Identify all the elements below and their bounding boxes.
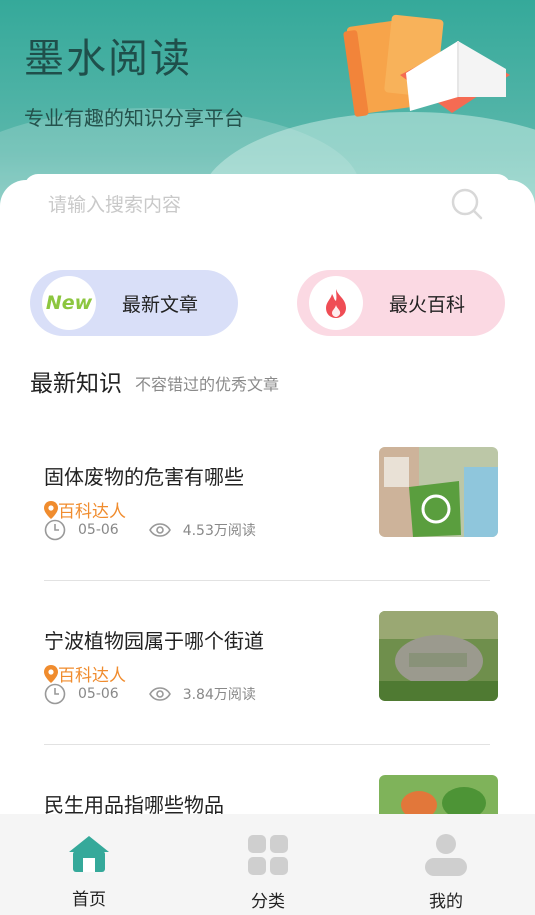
app-title: 墨水阅读 — [24, 36, 192, 82]
hot-encyclopedia-label: 最火百科 — [389, 293, 466, 316]
home-icon — [69, 836, 109, 872]
article-thumbnail-botanical-garden — [379, 611, 498, 701]
location-pin-icon — [44, 664, 58, 683]
list-divider — [44, 580, 490, 581]
tab-category-label: 分类 — [251, 892, 285, 912]
new-badge-icon: New — [42, 276, 96, 330]
article-views: 4.53万阅读 — [182, 523, 256, 539]
app-subtitle: 专业有趣的知识分享平台 — [24, 106, 244, 130]
article-list-item[interactable]: 宁波植物园属于哪个街道 百科达人 05-06 3.84万阅读 — [44, 611, 499, 721]
bottom-tab-bar: 首页 分类 我的 — [0, 814, 535, 915]
tab-profile[interactable]: 我的 — [401, 834, 491, 912]
article-list-item[interactable]: 固体废物的危害有哪些 百科达人 05-06 4.53万阅读 — [44, 447, 499, 557]
article-date: 05-06 — [78, 686, 119, 702]
flame-icon — [309, 276, 363, 330]
eye-icon — [148, 523, 171, 537]
user-icon — [425, 834, 467, 876]
article-title: 固体废物的危害有哪些 — [44, 465, 244, 489]
latest-articles-button[interactable]: New 最新文章 — [30, 270, 238, 336]
section-title: 最新知识 — [30, 371, 122, 397]
tab-home-label: 首页 — [72, 890, 106, 910]
eye-icon — [148, 687, 171, 701]
clock-icon — [44, 683, 66, 705]
latest-articles-label: 最新文章 — [122, 293, 199, 316]
section-subtitle: 不容错过的优秀文章 — [135, 375, 280, 394]
article-thumbnail-recycling — [379, 447, 498, 537]
article-title: 宁波植物园属于哪个街道 — [44, 629, 264, 653]
search-input[interactable]: 请输入搜索内容 — [48, 190, 181, 217]
article-date: 05-06 — [78, 522, 119, 538]
article-meta: 05-06 3.84万阅读 — [44, 683, 256, 705]
hot-encyclopedia-button[interactable]: 最火百科 — [297, 270, 505, 336]
grid-icon — [248, 835, 288, 875]
tab-category[interactable]: 分类 — [223, 834, 313, 912]
clock-icon — [44, 519, 66, 541]
location-pin-icon — [44, 500, 58, 519]
tab-home[interactable]: 首页 — [44, 834, 134, 910]
search-icon[interactable] — [451, 188, 483, 220]
books-illustration-icon — [343, 14, 510, 117]
search-bar[interactable]: 请输入搜索内容 — [24, 174, 511, 236]
list-divider — [44, 744, 490, 745]
article-views: 3.84万阅读 — [182, 687, 256, 703]
article-meta: 05-06 4.53万阅读 — [44, 519, 256, 541]
tab-profile-label: 我的 — [429, 892, 463, 912]
